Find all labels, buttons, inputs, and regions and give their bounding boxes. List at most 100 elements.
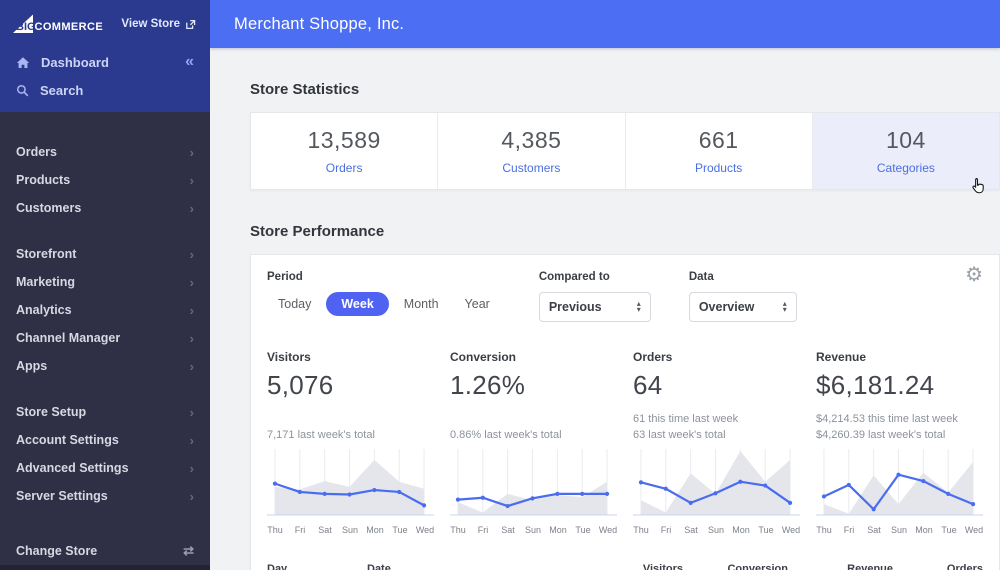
period-option-month[interactable]: Month bbox=[393, 292, 450, 316]
sidebar-item-marketing[interactable]: Marketing › bbox=[0, 268, 210, 296]
data-control: Data Overview ▴ ▾ bbox=[688, 271, 797, 322]
sidebar-item-change-store[interactable]: Change Store ⇄ bbox=[0, 537, 210, 565]
compared-to-select[interactable]: Previous ▴ ▾ bbox=[538, 292, 651, 322]
sidebar-item-dashboard[interactable]: Dashboard « bbox=[0, 48, 210, 76]
sidebar-item-label: Products bbox=[16, 173, 71, 187]
sidebar-item-customers[interactable]: Customers › bbox=[0, 194, 210, 222]
sparkline-charts-row: Thu Fri Sat Sun Mon Tue Wed Thu Fri Sat Sun Mon Tue W… bbox=[267, 447, 983, 537]
sidebar-item-analytics[interactable]: Analytics › bbox=[0, 296, 210, 324]
stat-label: Orders bbox=[325, 161, 363, 175]
metric-subtexts: 61 this time last week 63 last week's tot… bbox=[633, 411, 800, 443]
day-label: Fri bbox=[294, 525, 306, 535]
sidebar-item-search[interactable]: Search bbox=[0, 76, 210, 104]
app-window: BIG COMMERCE View Store Dashboard « Sear… bbox=[0, 0, 1000, 570]
data-select[interactable]: Overview ▴ ▾ bbox=[688, 292, 797, 322]
sidebar-item-apps[interactable]: Apps › bbox=[0, 352, 210, 380]
metric-revenue: Revenue $6,181.24 $4,214.53 this time last… bbox=[816, 350, 983, 443]
sidebar-item-label: Analytics bbox=[16, 303, 72, 317]
sidebar-item-advanced-settings[interactable]: Advanced Settings › bbox=[0, 454, 210, 482]
metric-value: 1.26% bbox=[450, 370, 526, 400]
metric-orders: Orders 64 61 this time last week 63 last we… bbox=[633, 350, 800, 443]
sidebar-item-label: Storefront bbox=[16, 247, 77, 261]
day-label: Sun bbox=[890, 525, 908, 535]
sidebar-item-products[interactable]: Products › bbox=[0, 166, 210, 194]
sidebar-item-store-setup[interactable]: Store Setup › bbox=[0, 398, 210, 426]
data-label: Data bbox=[688, 271, 714, 283]
logo-text-commerce: COMMERCE bbox=[35, 21, 104, 33]
day-label: Sun bbox=[524, 525, 542, 535]
sparkline-revenue-sparkline: Thu Fri Sat Sun Mon Tue Wed bbox=[816, 447, 983, 537]
store-statistics-panel: 13,589 Orders 4,385 Customers 661 Products 104… bbox=[250, 112, 1000, 190]
sidebar-item-label: Search bbox=[40, 82, 84, 98]
day-axis-labels: Thu Fri Sat Sun Mon Tue Wed bbox=[450, 523, 617, 537]
period-pills: Today Week Month Year bbox=[267, 292, 501, 316]
view-store-label: View Store bbox=[121, 18, 180, 30]
sidebar-group: Store Setup › Account Settings › Advanced Se… bbox=[0, 398, 210, 510]
day-label: Mon bbox=[549, 525, 567, 535]
collapse-sidebar-icon[interactable]: « bbox=[185, 53, 194, 71]
sidebar-item-account-settings[interactable]: Account Settings › bbox=[0, 426, 210, 454]
stat-value: 104 bbox=[885, 127, 926, 153]
stat-card-customers[interactable]: 4,385 Customers bbox=[438, 113, 626, 189]
swap-arrows-icon: ⇄ bbox=[183, 543, 194, 558]
day-label: Wed bbox=[415, 525, 435, 535]
stat-card-categories[interactable]: 104 Categories bbox=[812, 113, 999, 189]
day-label: Mon bbox=[366, 525, 384, 535]
metric-subtext: $4,260.39 last week's total bbox=[816, 429, 946, 441]
sparkline-conversion-sparkline: Thu Fri Sat Sun Mon Tue Wed bbox=[450, 447, 617, 537]
performance-controls: Period Today Week Month Year Compared to Pr… bbox=[267, 271, 983, 322]
chevron-right-icon: › bbox=[189, 200, 194, 216]
day-label: Fri bbox=[660, 525, 672, 535]
sidebar-item-channel-manager[interactable]: Channel Manager › bbox=[0, 324, 210, 352]
sparkline-chart bbox=[450, 449, 617, 516]
metric-subtext: 0.86% last week's total bbox=[450, 429, 562, 441]
gear-icon[interactable]: ⚙ bbox=[965, 265, 983, 285]
day-label: Fri bbox=[843, 525, 855, 535]
sidebar-item-orders[interactable]: Orders › bbox=[0, 138, 210, 166]
chevron-right-icon: › bbox=[189, 330, 194, 346]
sidebar-item-label: Account Settings bbox=[16, 433, 119, 447]
sidebar-item-storefront[interactable]: Storefront › bbox=[0, 240, 210, 268]
metric-subtext: 61 this time last week bbox=[633, 413, 739, 425]
data-value: Overview bbox=[698, 300, 755, 314]
change-store-label: Change Store bbox=[16, 544, 98, 558]
sidebar-item-label: Dashboard bbox=[41, 54, 109, 70]
table-header-revenue: Revenue bbox=[847, 563, 893, 570]
period-option-year[interactable]: Year bbox=[454, 292, 501, 316]
day-label: Sun bbox=[707, 525, 725, 535]
chevron-right-icon: › bbox=[189, 460, 194, 476]
chevron-right-icon: › bbox=[189, 172, 194, 188]
stat-card-products[interactable]: 661 Products bbox=[626, 113, 813, 189]
metric-subtexts: $4,214.53 this time last week $4,260.39 l… bbox=[816, 411, 983, 443]
day-label: Sat bbox=[684, 525, 698, 535]
sidebar-item-label: Orders bbox=[16, 145, 57, 159]
sparkline-orders-sparkline: Thu Fri Sat Sun Mon Tue Wed bbox=[633, 447, 800, 537]
table-header-conversion: Conversion bbox=[727, 563, 788, 570]
metric-value: 64 bbox=[633, 370, 663, 400]
main-content: Store Statistics 13,589 Orders 4,385 Custom… bbox=[210, 48, 1000, 570]
search-icon bbox=[16, 84, 29, 96]
day-label: Thu bbox=[450, 525, 466, 535]
compared-to-label: Compared to bbox=[538, 271, 610, 283]
sidebar-item-server-settings[interactable]: Server Settings › bbox=[0, 482, 210, 510]
stat-card-orders[interactable]: 13,589 Orders bbox=[251, 113, 439, 189]
performance-table-header: Day Date Visitors Conversion Revenue Orders bbox=[267, 563, 983, 570]
metric-value: $6,181.24 bbox=[816, 370, 935, 400]
chevron-right-icon: › bbox=[189, 144, 194, 160]
day-label: Tue bbox=[941, 525, 957, 535]
sparkline-chart bbox=[816, 449, 983, 516]
metrics-row: Visitors 5,076 7,171 last week's total Conv… bbox=[267, 350, 983, 443]
view-store-link[interactable]: View Store bbox=[121, 18, 196, 30]
sidebar-item-label: Customers bbox=[16, 201, 82, 215]
chevron-right-icon: › bbox=[189, 404, 194, 420]
stepper-icon: ▴ ▾ bbox=[783, 299, 787, 314]
period-option-week[interactable]: Week bbox=[326, 292, 389, 316]
store-statistics-heading: Store Statistics bbox=[250, 81, 360, 98]
compared-to-value: Previous bbox=[548, 300, 602, 314]
logo-text-big: BIG bbox=[16, 21, 36, 33]
store-performance-heading: Store Performance bbox=[250, 223, 385, 240]
day-label: Sun bbox=[341, 525, 359, 535]
metric-name: Conversion bbox=[450, 350, 517, 364]
day-axis-labels: Thu Fri Sat Sun Mon Tue Wed bbox=[267, 523, 434, 537]
period-option-today[interactable]: Today bbox=[267, 292, 322, 316]
